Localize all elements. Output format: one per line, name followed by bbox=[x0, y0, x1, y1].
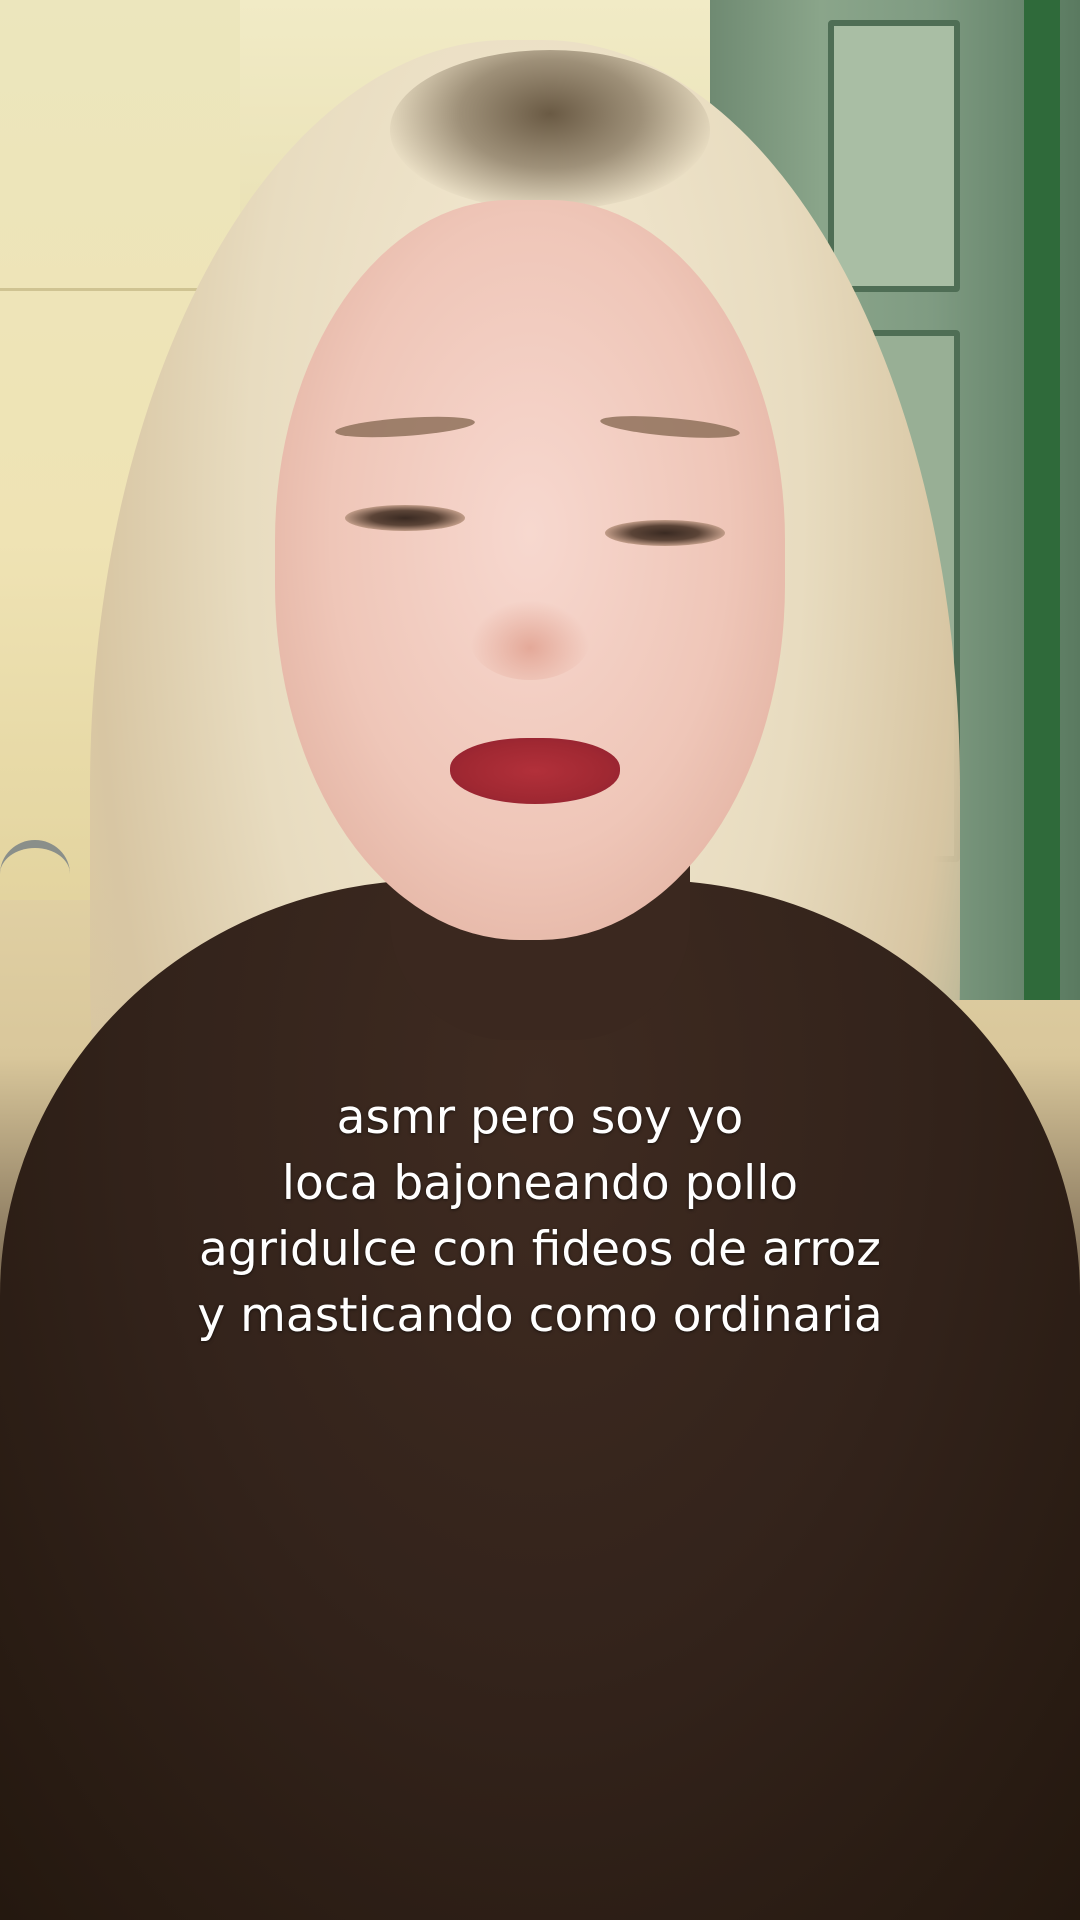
chair-back bbox=[0, 840, 70, 908]
wall-molding bbox=[0, 288, 200, 291]
caption-line-3: agridulce con fideos de arroz bbox=[199, 1222, 881, 1277]
left-eye bbox=[345, 505, 465, 531]
video-frame[interactable]: asmr pero soy yo loca bajoneando pollo a… bbox=[0, 0, 1080, 1920]
door-frame bbox=[1024, 0, 1060, 1000]
door-panel-upper bbox=[828, 20, 960, 292]
caption-line-2: loca bajoneando pollo bbox=[281, 1156, 799, 1211]
dark-hair-roots bbox=[390, 50, 710, 210]
face bbox=[275, 200, 785, 940]
red-lips bbox=[450, 738, 620, 804]
caption-line-4: y masticando como ordinaria bbox=[197, 1288, 883, 1343]
caption-line-1: asmr pero soy yo bbox=[336, 1090, 744, 1145]
video-caption: asmr pero soy yo loca bajoneando pollo a… bbox=[40, 1085, 1040, 1349]
nose bbox=[470, 600, 590, 680]
right-eye bbox=[605, 520, 725, 546]
